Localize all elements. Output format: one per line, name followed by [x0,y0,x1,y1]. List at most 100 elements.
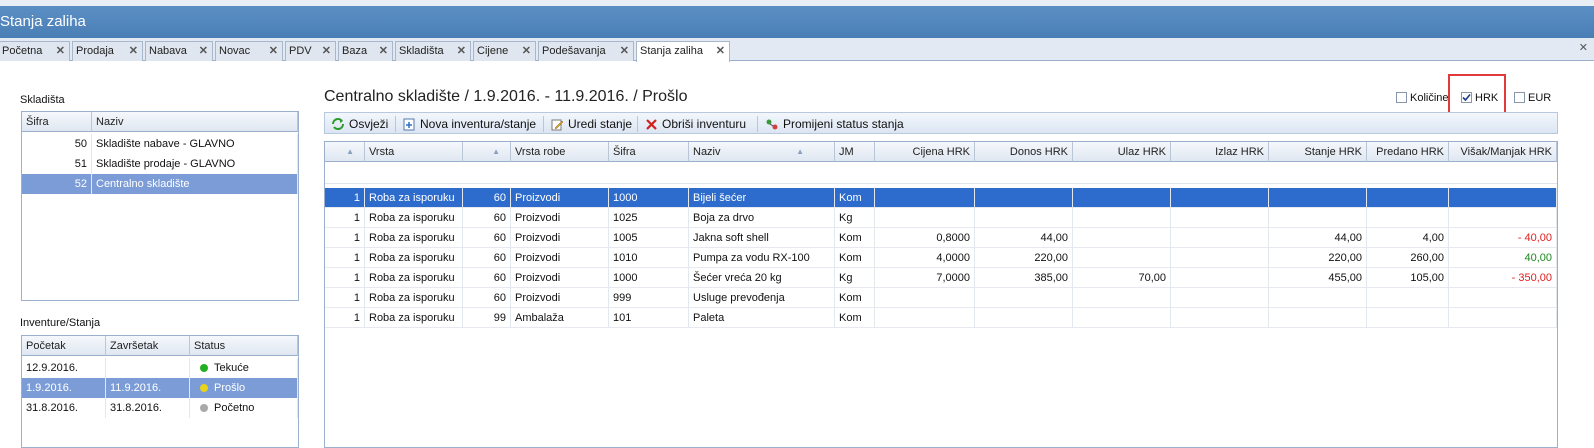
header-donos[interactable]: Donos HRK [975,142,1073,162]
tab-close-icon[interactable]: ✕ [129,42,138,60]
tab-label: Podešavanja [542,45,606,57]
page-title: Centralno skladište / 1.9.2016. - 11.9.2… [324,88,688,105]
inventura-pocetak: 31.8.2016. [22,398,106,418]
skladiste-row[interactable]: 50 Skladište nabave - GLAVNO [22,134,298,154]
tab-close-icon[interactable]: ✕ [322,42,331,60]
table-row[interactable]: 1 Roba za isporuku 60 Proizvodi 1005 Jakna so… [325,228,1557,248]
skladista-header-sifra[interactable]: Šifra [22,112,92,132]
inventure-header-zavrsetak[interactable]: Završetak [106,336,190,356]
tab-label: Stanja zaliha [640,45,703,57]
cell-naziv: Šećer vreća 20 kg [689,268,835,288]
tab-label: Nabava [149,45,187,57]
inventura-row[interactable]: 31.8.2016. 31.8.2016. Početno [22,398,298,418]
toolbar-separator [395,116,396,132]
cell-vrsta-robe: Proizvodi [511,248,609,268]
table-row[interactable]: 1 Roba za isporuku 99 Ambalaža 101 Paleta Kom [325,308,1557,328]
sort-arrow-icon[interactable]: ▲ [492,142,500,161]
header-vrsta[interactable]: Vrsta [365,142,463,162]
cell-izlaz [1171,248,1269,268]
tab-label: Cijene [477,45,509,57]
tab-10[interactable]: Stanja zaliha ✕ [636,41,730,62]
skladiste-row[interactable]: 52 Centralno skladište [22,174,298,194]
cell-stanje [1269,288,1367,308]
header-label: Naziv [693,146,721,158]
skladista-header-naziv[interactable]: Naziv [92,112,298,132]
inventura-zavrsetak [106,358,190,378]
tab-6[interactable]: Baza ✕ [338,41,393,61]
header-predano[interactable]: Predano HRK [1367,142,1449,162]
tab-close-icon[interactable]: ✕ [716,42,725,60]
header-visak-manjak[interactable]: Višak/Manjak HRK [1449,142,1557,162]
tab-close-icon[interactable]: ✕ [620,42,629,60]
tab-9[interactable]: Podešavanja ✕ [538,41,634,61]
refresh-button[interactable]: Osvježi [331,115,388,133]
tab-5[interactable]: PDV ✕ [285,41,336,61]
cell-sort-1: 1 [325,288,365,308]
tab-close-icon[interactable]: ✕ [269,42,278,60]
tab-close-icon[interactable]: ✕ [56,42,65,60]
skladiste-row[interactable]: 51 Skladište prodaje - GLAVNO [22,154,298,174]
sort-arrow-icon[interactable]: ▲ [346,142,354,161]
header-stanje[interactable]: Stanje HRK [1269,142,1367,162]
eur-checkbox-box[interactable] [1514,92,1525,103]
tab-close-icon[interactable]: ✕ [522,42,531,60]
kolicine-checkbox-box[interactable] [1396,92,1407,103]
tab-close-icon[interactable]: ✕ [199,42,208,60]
inventure-header-status[interactable]: Status [190,336,298,356]
filter-row[interactable] [325,164,1557,184]
header-jm[interactable]: JM [835,142,875,162]
inventura-row[interactable]: 12.9.2016. Tekuće [22,358,298,378]
cell-izlaz [1171,308,1269,328]
tab-label: Baza [342,45,368,57]
sort-arrow-icon[interactable]: ▲ [796,142,804,161]
header-sort-2[interactable]: ▲ [463,142,511,162]
cell-sifra: 1000 [609,188,689,208]
kolicine-checkbox[interactable]: Količine [1396,92,1449,104]
cell-ulaz: 70,00 [1073,268,1171,288]
tab-7[interactable]: Skladišta ✕ [395,41,471,61]
tab-8[interactable]: Cijene ✕ [473,41,536,61]
cell-izlaz [1171,288,1269,308]
cell-ulaz [1073,228,1171,248]
cell-cijena: 7,0000 [875,268,975,288]
cell-cijena [875,288,975,308]
cell-vrsta-robe: Proizvodi [511,208,609,228]
header-sifra[interactable]: Šifra [609,142,689,162]
header-cijena[interactable]: Cijena HRK [875,142,975,162]
table-row[interactable]: 1 Roba za isporuku 60 Proizvodi 1000 Bijeli š… [325,188,1557,208]
cell-sifra: 1005 [609,228,689,248]
toolbar: Osvježi Nova inventura/stanje Uredi stan… [324,112,1558,134]
tab-4[interactable]: Novac ✕ [215,41,283,61]
edit-state-button[interactable]: Uredi stanje [551,115,632,133]
header-sort-1[interactable]: ▲ [325,142,365,162]
header-label: Vrsta robe [515,146,566,158]
cell-visak-manjak [1449,308,1557,328]
tab-close-icon[interactable]: ✕ [457,42,466,60]
tab-1[interactable]: Početna ✕ [0,41,70,61]
inventura-row[interactable]: 1.9.2016. 11.9.2016. Prošlo [22,378,298,398]
header-ulaz[interactable]: Ulaz HRK [1073,142,1171,162]
delete-inventory-button[interactable]: Obriši inventuru [645,115,746,133]
header-naziv[interactable]: Naziv ▲ [689,142,835,162]
skladiste-sifra: 50 [22,134,92,154]
tab-close-icon[interactable]: ✕ [379,42,388,60]
table-row[interactable]: 1 Roba za isporuku 60 Proizvodi 1025 Boja za … [325,208,1557,228]
cell-vrsta: Roba za isporuku [365,248,463,268]
cell-predano [1367,188,1449,208]
header-vrsta-robe[interactable]: Vrsta robe [511,142,609,162]
table-row[interactable]: 1 Roba za isporuku 60 Proizvodi 999 Usluge pr… [325,288,1557,308]
tab-2[interactable]: Prodaja ✕ [72,41,143,61]
eur-checkbox[interactable]: EUR [1514,92,1551,104]
inventure-header-pocetak[interactable]: Početak [22,336,106,356]
table-row[interactable]: 1 Roba za isporuku 60 Proizvodi 1000 Šećer vr… [325,268,1557,288]
cell-sort-1: 1 [325,248,365,268]
change-status-button[interactable]: Promijeni status stanja [765,115,904,133]
cell-jm: Kom [835,188,875,208]
header-izlaz[interactable]: Izlaz HRK [1171,142,1269,162]
new-inventory-button[interactable]: Nova inventura/stanje [403,115,536,133]
cell-sort-2: 60 [463,188,511,208]
table-row[interactable]: 1 Roba za isporuku 60 Proizvodi 1010 Pumpa za… [325,248,1557,268]
tab-3[interactable]: Nabava ✕ [145,41,213,61]
tab-scroll-right-icon[interactable]: ✕ [1579,41,1588,54]
cell-ulaz [1073,188,1171,208]
